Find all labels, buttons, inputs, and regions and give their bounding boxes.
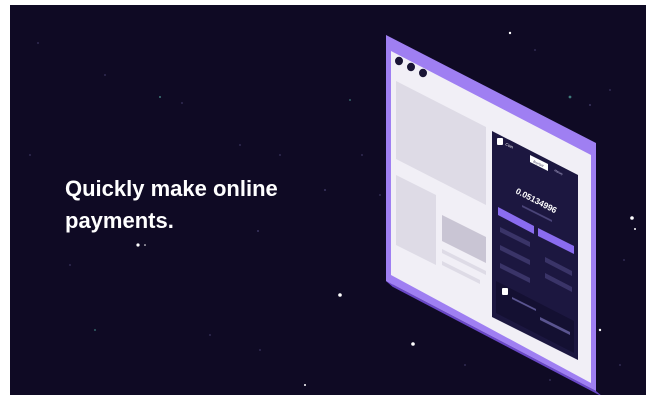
window-dot-icon <box>407 62 415 72</box>
window-dot-icon <box>395 56 403 66</box>
coin-logo-icon <box>497 138 503 145</box>
hero-banner: Quickly make online payments. Coin Buy/S… <box>10 5 646 395</box>
window-dot-icon <box>419 68 427 78</box>
coin-logo-icon <box>502 288 508 295</box>
browser-mockup: Coin Buy/Sell History 0.05134996 <box>386 35 601 395</box>
